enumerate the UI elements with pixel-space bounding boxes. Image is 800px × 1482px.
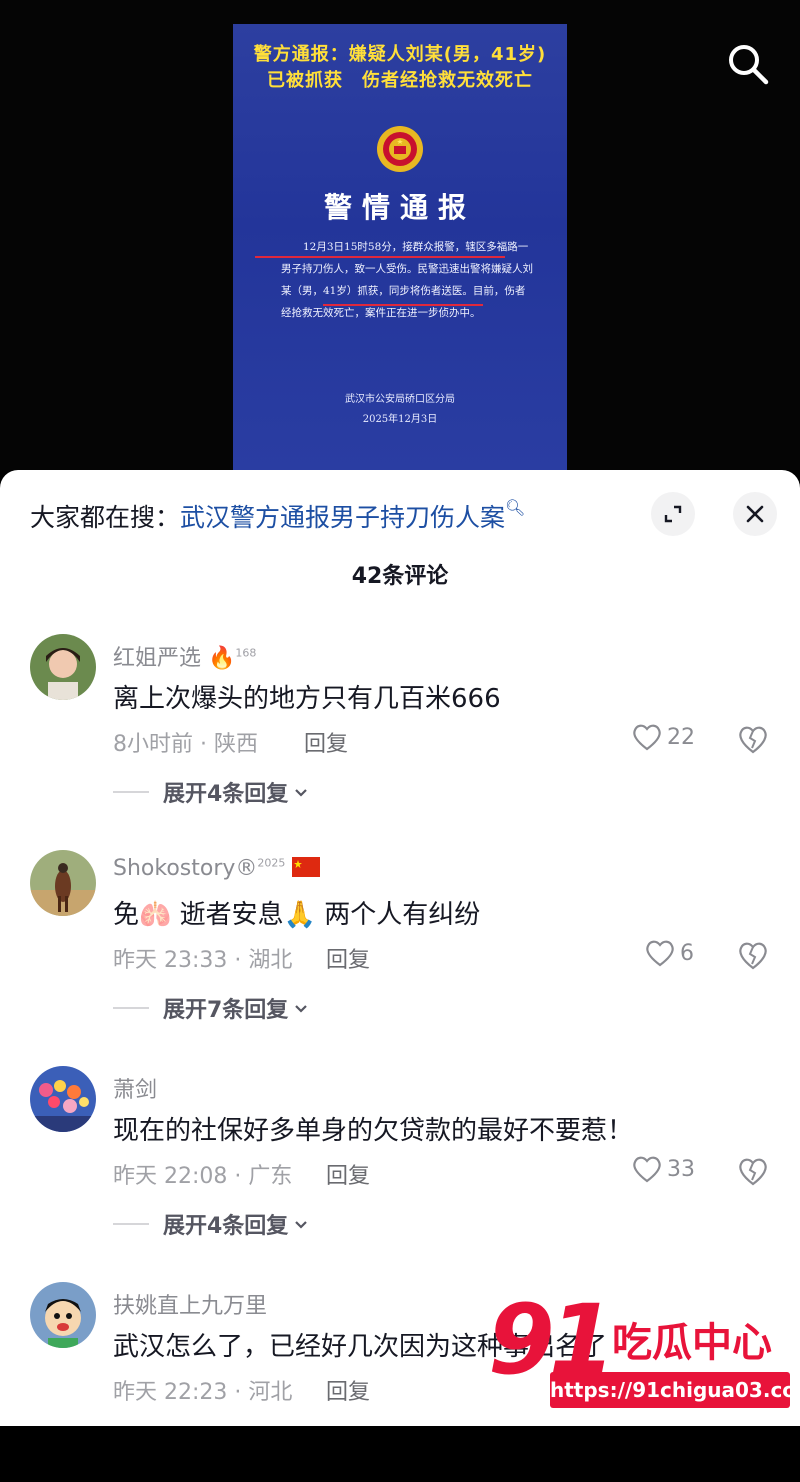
poster-underline: [255, 256, 505, 258]
police-emblem-icon: [377, 126, 423, 172]
like-count: 33: [667, 1156, 695, 1182]
heart-icon: [633, 724, 661, 751]
user-badge: 168: [235, 646, 257, 660]
comment-sheet: 大家都在搜：武汉警方通报男子持刀伤人案🔍︎ 42条评论 红姐严选 🔥168 离上…: [0, 470, 800, 1426]
comment-time-location: 昨天 22:23 · 河北: [113, 1380, 293, 1405]
suggestion-search-icon: 🔍︎: [505, 498, 526, 517]
poster-headline-1: 警方通报：嫌疑人刘某(男，41岁): [253, 44, 547, 65]
expand-replies[interactable]: 展开7条回复: [113, 992, 310, 1024]
divider: [113, 1223, 149, 1225]
like-count: 22: [667, 724, 695, 750]
like-button[interactable]: 6: [644, 938, 694, 968]
expand-button[interactable]: [651, 492, 695, 536]
comment-time-location: 昨天 23:33 · 湖北: [113, 948, 293, 973]
poster-underline: [323, 304, 483, 306]
comment-text: 现在的社保好多单身的欠贷款的最好不要惹！: [113, 1116, 634, 1146]
divider: [113, 1007, 149, 1009]
heart-icon: [646, 940, 674, 967]
broken-heart-icon[interactable]: [736, 938, 770, 972]
fire-icon: 🔥: [208, 646, 236, 671]
expand-icon: [664, 505, 682, 523]
heart-icon: [633, 1156, 661, 1183]
suggestion-prefix: 大家都在搜：: [30, 503, 181, 532]
police-notice-poster: 警方通报：嫌疑人刘某(男，41岁) 已被抓获 伤者经抢救无效死亡 警情通报 12…: [233, 24, 567, 470]
avatar[interactable]: [30, 634, 96, 700]
comment-time-location: 8小时前 · 陕西: [113, 732, 258, 757]
close-button[interactable]: [733, 492, 777, 536]
comment-item: Shokostory®2025 免🫁 逝者安息🙏 两个人有纠纷 昨天 23:33…: [0, 850, 800, 1050]
chevron-down-icon: [295, 1005, 308, 1013]
poster-title: 警情通报: [323, 191, 476, 224]
comment-time-location: 昨天 22:08 · 广东: [113, 1164, 293, 1189]
like-button[interactable]: 33: [631, 1154, 695, 1184]
reply-button[interactable]: 回复: [304, 726, 348, 758]
like-count: 6: [680, 940, 694, 966]
avatar[interactable]: [30, 850, 96, 916]
comment-author[interactable]: Shokostory®2025: [113, 856, 321, 881]
comment-item: 萧剑 现在的社保好多单身的欠贷款的最好不要惹！ 昨天 22:08 · 广东 回复…: [0, 1066, 800, 1266]
close-icon: [746, 505, 764, 523]
avatar[interactable]: [30, 1066, 96, 1132]
comment-item: 红姐严选 🔥168 离上次爆头的地方只有几百米666 8小时前 · 陕西 回复 …: [0, 634, 800, 834]
comment-text: 离上次爆头的地方只有几百米666: [113, 684, 501, 714]
suggestion-keyword[interactable]: 武汉警方通报男子持刀伤人案: [180, 503, 505, 532]
china-flag-icon: [292, 857, 321, 877]
comment-author[interactable]: 萧剑: [113, 1072, 157, 1104]
watermark-url: https://91chigua03.com: [550, 1372, 800, 1408]
comment-text: 免🫁 逝者安息🙏 两个人有纠纷: [113, 900, 481, 930]
poster-date: 2025年12月3日: [362, 414, 438, 425]
reply-button[interactable]: 回复: [326, 942, 370, 974]
divider: [113, 791, 149, 793]
search-suggestion[interactable]: 大家都在搜：武汉警方通报男子持刀伤人案🔍︎: [30, 498, 525, 534]
reply-button[interactable]: 回复: [326, 1158, 370, 1190]
like-button[interactable]: 22: [631, 722, 695, 752]
user-badge: 2025: [257, 856, 286, 870]
comment-count: 42条评论: [351, 564, 449, 589]
expand-replies[interactable]: 展开4条回复: [113, 776, 310, 808]
search-icon[interactable]: [724, 40, 772, 88]
chevron-down-icon: [295, 1221, 308, 1229]
broken-heart-icon[interactable]: [736, 722, 770, 756]
comment-author[interactable]: 扶姚直上九万里: [113, 1288, 267, 1320]
avatar[interactable]: [30, 1282, 96, 1348]
watermark: 91 吃瓜中心 https://91chigua03.com: [488, 1284, 800, 1426]
video-player[interactable]: 警方通报：嫌疑人刘某(男，41岁) 已被抓获 伤者经抢救无效死亡 警情通报 12…: [0, 0, 800, 470]
chevron-down-icon: [295, 789, 308, 797]
reply-button[interactable]: 回复: [326, 1374, 370, 1406]
poster-issuer: 武汉市公安局硚口区分局: [345, 394, 455, 405]
comment-author[interactable]: 红姐严选 🔥168: [113, 640, 256, 672]
broken-heart-icon[interactable]: [736, 1154, 770, 1188]
watermark-text: 吃瓜中心: [612, 1320, 772, 1366]
expand-replies[interactable]: 展开4条回复: [113, 1208, 310, 1240]
poster-headline-2: 已被抓获 伤者经抢救无效死亡: [267, 70, 533, 91]
poster-body: 12月3日15时58分，接群众报警，辖区多福路一男子持刀伤人，致一人受伤。民警迅…: [281, 241, 533, 319]
